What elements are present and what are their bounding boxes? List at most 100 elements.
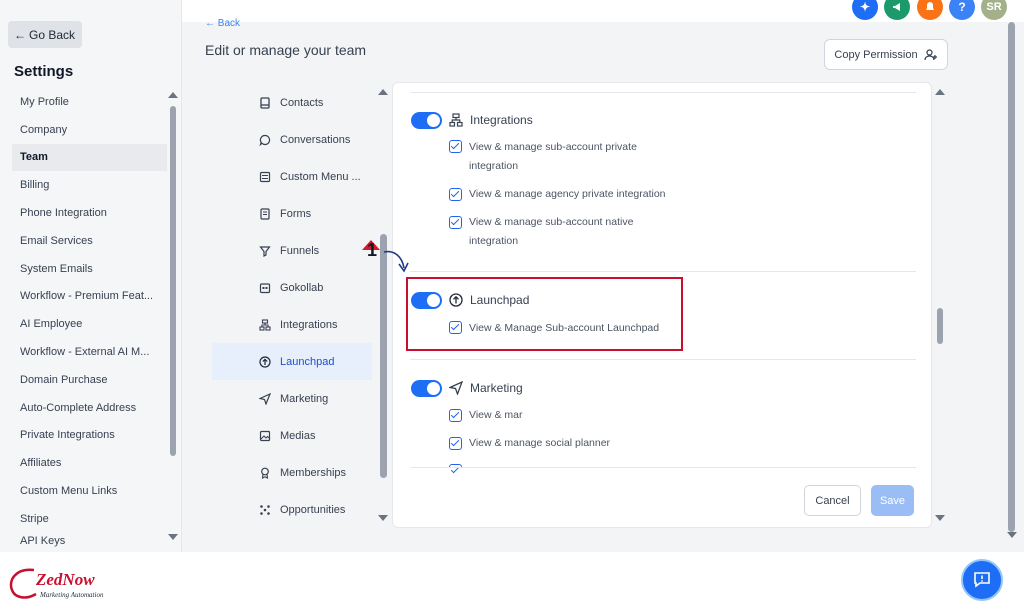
checkbox-subaccount-private-integration[interactable] — [449, 140, 462, 153]
zednow-logo: ZedNow Marketing Automation — [8, 566, 118, 606]
page-title: Edit or manage your team — [205, 42, 367, 58]
go-back-button[interactable]: ← Go Back — [8, 21, 82, 48]
perm-nav-label: Contacts — [280, 96, 324, 109]
perm-nav-label: Conversations — [280, 133, 351, 146]
perm-nav-medias[interactable]: Medias — [212, 417, 372, 454]
award-icon — [259, 467, 271, 479]
sidebar-item-system-emails[interactable]: System Emails — [12, 255, 167, 283]
perm-nav-label: Opportunities — [280, 503, 346, 516]
back-link[interactable]: ← Back — [205, 18, 240, 29]
checkbox-label: View & manage sub-account private integr… — [469, 141, 637, 172]
page-scroll-thumb[interactable] — [1008, 22, 1015, 532]
perm-nav-launchpad[interactable]: Launchpad — [212, 343, 372, 380]
sidebar-item-auto-complete-address[interactable]: Auto-Complete Address — [12, 394, 167, 422]
arrow-up-circle-icon — [259, 355, 271, 368]
sidebar-item-ai-employee[interactable]: AI Employee — [12, 310, 167, 338]
pipeline-icon — [259, 504, 271, 516]
go-back-label: Go Back — [29, 27, 76, 42]
send-icon — [259, 392, 271, 405]
calendar-icon — [259, 282, 271, 294]
checkbox-subaccount-native-integration[interactable] — [449, 216, 462, 229]
perm-nav-label: Memberships — [280, 466, 347, 479]
sidebar-item-workflow-premium[interactable]: Workflow - Premium Feat... — [12, 283, 167, 311]
checkbox-label: View & manage agency private integration — [469, 188, 666, 200]
footer — [0, 552, 1024, 610]
category-scrollbar[interactable] — [378, 86, 390, 526]
send-icon — [449, 381, 463, 395]
perm-nav-label: Funnels — [280, 244, 320, 257]
perm-nav-forms[interactable]: Forms — [212, 195, 372, 232]
divider — [410, 92, 916, 93]
perm-nav-contacts[interactable]: Contacts — [212, 84, 372, 121]
perm-nav-integrations[interactable]: Integrations — [212, 306, 372, 343]
settings-nav: My Profile Company Team Billing Phone In… — [12, 88, 167, 547]
integrations-toggle[interactable] — [411, 112, 442, 129]
user-plus-icon — [923, 48, 937, 60]
checkbox-social-planner[interactable] — [449, 437, 462, 450]
scroll-down-arrow-icon[interactable] — [935, 515, 945, 521]
checkbox-label: View & mar — [469, 409, 523, 421]
sidebar-item-phone-integration[interactable]: Phone Integration — [12, 199, 167, 227]
integrations-icon — [449, 113, 463, 127]
help-icon[interactable]: ? — [949, 0, 975, 20]
scroll-down-arrow-icon[interactable] — [168, 534, 178, 540]
sidebar-scrollbar[interactable] — [168, 92, 178, 542]
sidebar-item-workflow-external-ai[interactable]: Workflow - External AI M... — [12, 338, 167, 366]
perm-nav-label: Integrations — [280, 318, 338, 331]
checkbox-label: View & manage sub-account native integra… — [469, 216, 634, 247]
permission-category-nav: Contacts Conversations Custom Menu ... F… — [212, 84, 372, 528]
scroll-up-arrow-icon[interactable] — [168, 92, 178, 98]
perm-nav-label: Launchpad — [280, 355, 335, 368]
perm-nav-custom-menu[interactable]: Custom Menu ... — [212, 158, 372, 195]
arrow-left-icon: ← — [14, 27, 26, 42]
bell-icon[interactable] — [917, 0, 943, 20]
integrations-section-title: Integrations — [470, 113, 533, 127]
step-number: 1 — [367, 240, 378, 260]
sidebar-item-domain-purchase[interactable]: Domain Purchase — [12, 366, 167, 394]
checkbox-marketing-view-manage[interactable] — [449, 409, 462, 422]
divider — [410, 271, 916, 272]
perm-nav-label: Medias — [280, 429, 316, 442]
scroll-up-arrow-icon[interactable] — [378, 89, 388, 95]
sidebar-scroll-thumb[interactable] — [170, 106, 176, 456]
sidebar-item-my-profile[interactable]: My Profile — [12, 88, 167, 116]
settings-sidebar: ← Go Back Settings My Profile Company Te… — [0, 0, 182, 552]
marketing-toggle[interactable] — [411, 380, 442, 397]
marketing-section-title: Marketing — [470, 381, 523, 395]
sidebar-item-affiliates[interactable]: Affiliates — [12, 449, 167, 477]
sidebar-item-email-services[interactable]: Email Services — [12, 227, 167, 255]
sidebar-item-api-keys[interactable]: API Keys — [12, 533, 167, 547]
sidebar-item-company[interactable]: Company — [12, 116, 167, 144]
permissions-scroll-thumb[interactable] — [937, 308, 943, 344]
integrations-icon[interactable]: ✦ — [852, 0, 878, 20]
scroll-down-arrow-icon[interactable] — [378, 515, 388, 521]
perm-nav-conversations[interactable]: Conversations — [212, 121, 372, 158]
avatar[interactable]: SR — [981, 0, 1007, 20]
cancel-button[interactable]: Cancel — [804, 485, 861, 516]
scroll-up-arrow-icon[interactable] — [935, 89, 945, 95]
perm-nav-marketing[interactable]: Marketing — [212, 380, 372, 417]
sidebar-item-billing[interactable]: Billing — [12, 171, 167, 199]
chat-support-button[interactable] — [961, 559, 1003, 601]
copy-permission-button[interactable]: Copy Permission — [824, 39, 948, 70]
sidebar-item-team[interactable]: Team — [12, 143, 167, 172]
checkbox-label: View & manage social planner — [469, 437, 611, 449]
sidebar-item-custom-menu-links[interactable]: Custom Menu Links — [12, 477, 167, 505]
perm-nav-label: Marketing — [280, 392, 329, 405]
sidebar-item-stripe[interactable]: Stripe — [12, 505, 167, 533]
save-button[interactable]: Save — [871, 485, 914, 516]
contacts-icon — [259, 96, 271, 109]
perm-nav-opportunities[interactable]: Opportunities — [212, 491, 372, 528]
divider — [410, 359, 916, 360]
launchpad-highlight-box — [406, 277, 683, 351]
perm-nav-gokollab[interactable]: Gokollab — [212, 269, 372, 306]
sidebar-item-private-integrations[interactable]: Private Integrations — [12, 422, 167, 450]
permissions-scrollbar[interactable] — [934, 86, 946, 526]
megaphone-icon[interactable] — [884, 0, 910, 20]
perm-nav-memberships[interactable]: Memberships — [212, 454, 372, 491]
perm-nav-funnels[interactable]: Funnels — [212, 232, 372, 269]
logo-tagline: Marketing Automation — [40, 591, 104, 599]
scroll-down-arrow-icon[interactable] — [1007, 532, 1017, 538]
checkbox-agency-private-integration[interactable] — [449, 188, 462, 201]
page-scrollbar[interactable] — [1006, 22, 1018, 542]
